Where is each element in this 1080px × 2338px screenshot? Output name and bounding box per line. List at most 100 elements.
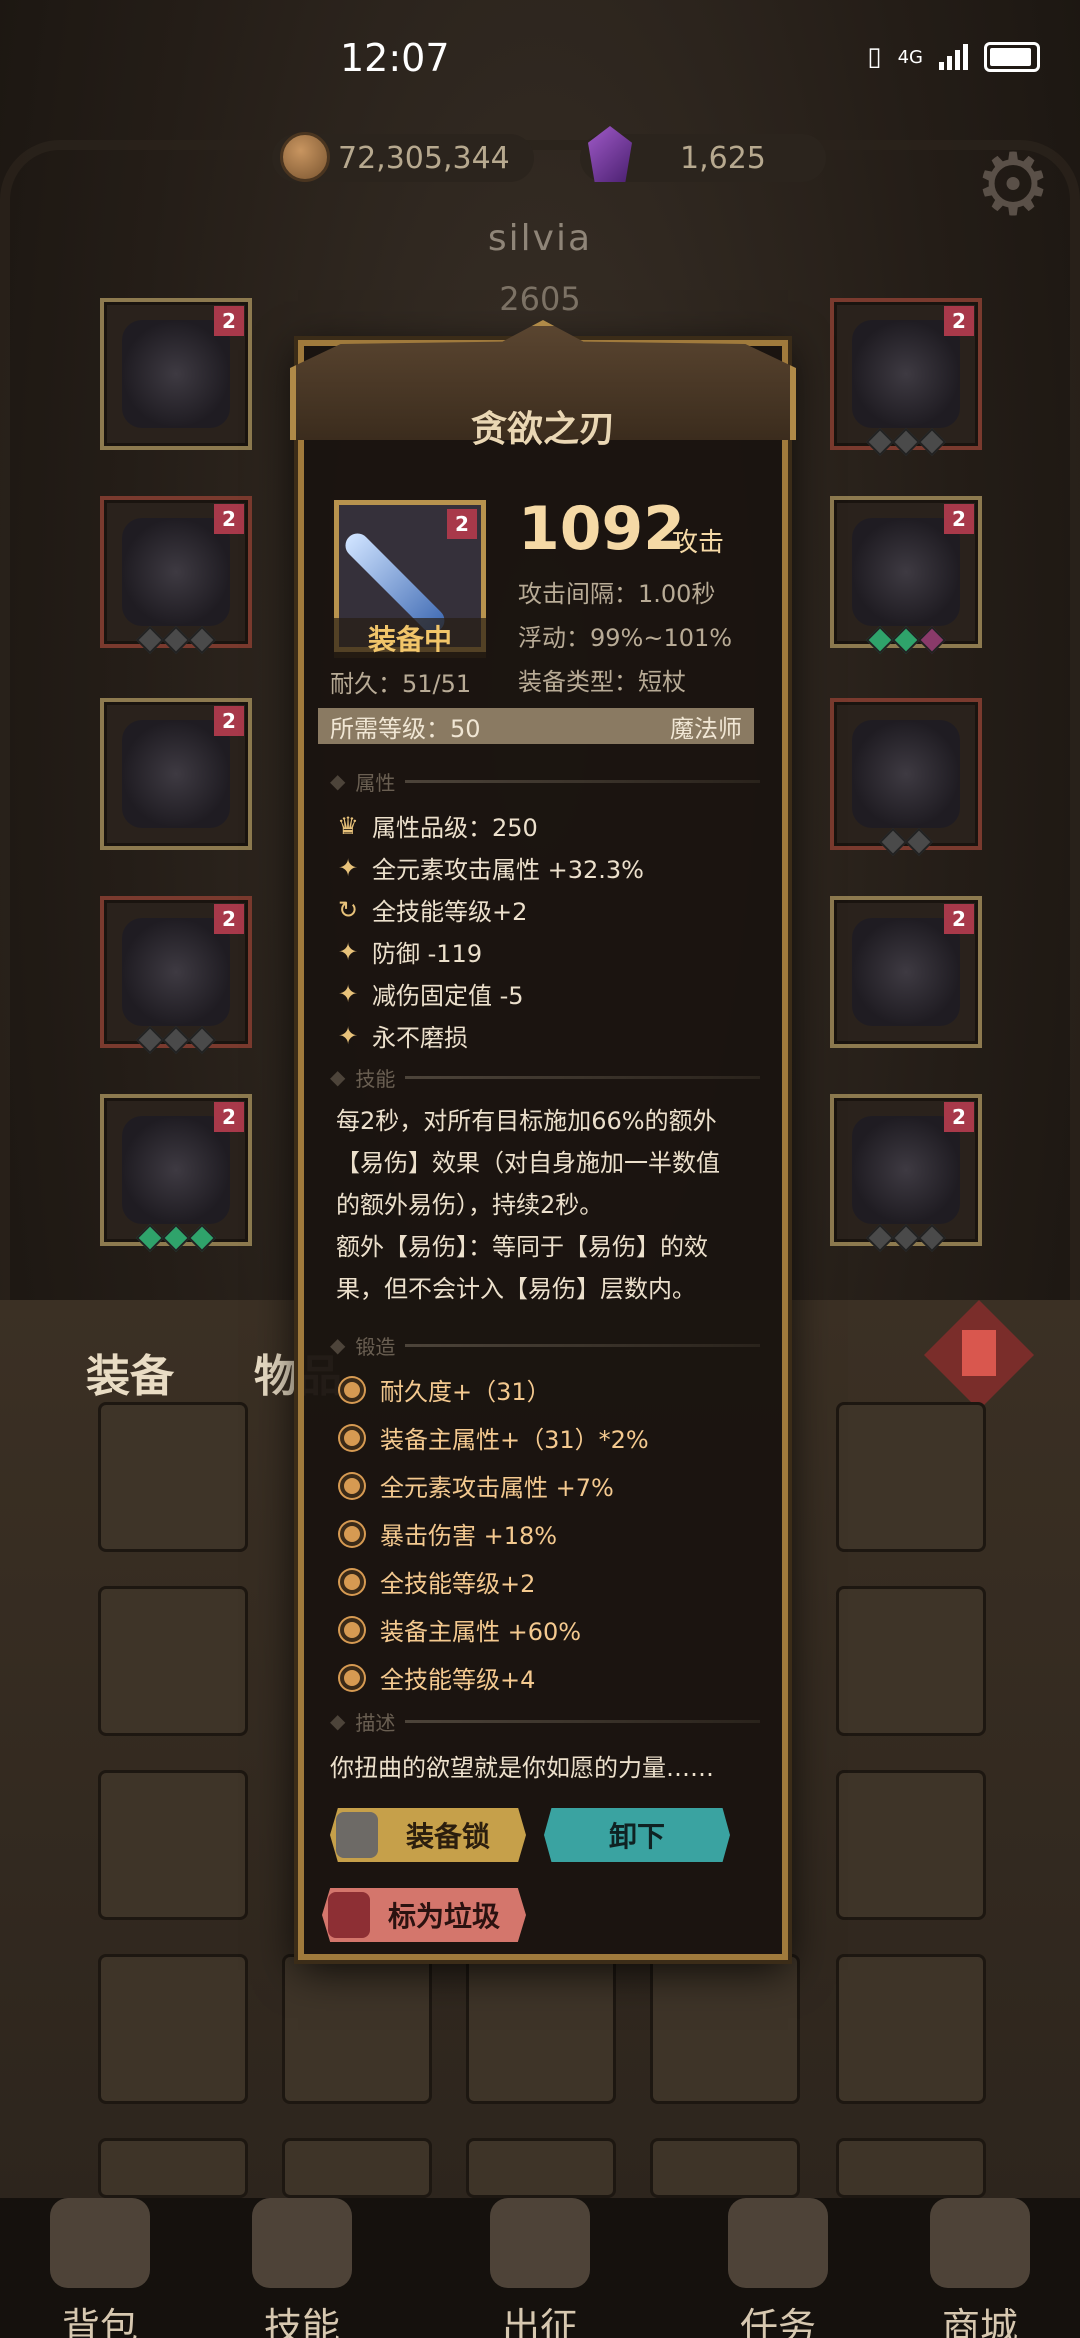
star-icon: ✦ — [337, 1021, 359, 1050]
equip-slot-gloves[interactable]: 2 — [100, 698, 252, 850]
forge-row: 全元素攻击属性 +7% — [340, 1468, 614, 1503]
pants-icon — [122, 918, 230, 1026]
network-label: 4G — [897, 46, 923, 68]
skill-line: 每2秒，对所有目标施加66%的额外 — [336, 1107, 717, 1135]
skill-line: 额外【易伤】：等同于【易伤】的效 — [336, 1233, 708, 1261]
equip-slot-weapon[interactable]: 2 — [830, 896, 982, 1048]
attribute-text: 全技能等级+2 — [372, 898, 528, 926]
equip-slot-ring[interactable] — [830, 698, 982, 857]
skill-line: 【易伤】效果（对自身施加一半数值 — [336, 1149, 720, 1177]
skill-description: 每2秒，对所有目标施加66%的额外 【易伤】效果（对自身施加一半数值 的额外易伤… — [336, 1100, 756, 1310]
tier-badge: 2 — [447, 509, 477, 539]
bag-cell[interactable] — [836, 1954, 986, 2104]
hat-icon — [122, 320, 230, 428]
tier-badge: 2 — [944, 904, 974, 934]
player-name: silvia — [487, 218, 593, 259]
nav-tasks[interactable]: 任务 — [688, 2198, 868, 2338]
equipped-label: 装备中 — [334, 618, 486, 658]
bag-cell[interactable] — [466, 2138, 616, 2198]
bag-cell[interactable] — [836, 1586, 986, 1736]
coin-icon — [280, 132, 330, 182]
bag-cell[interactable] — [282, 1954, 432, 2104]
section-title: 属性 — [355, 770, 396, 795]
tier-badge: 2 — [214, 504, 244, 534]
star-icon: ✦ — [337, 853, 359, 882]
nav-label: 背包 — [61, 2305, 138, 2338]
bag-cell[interactable] — [282, 2138, 432, 2198]
gloves-icon — [122, 720, 230, 828]
nav-backpack[interactable]: 背包 — [10, 2198, 190, 2338]
equip-slot-hat[interactable]: 2 — [100, 298, 252, 450]
forge-dot-icon — [340, 1617, 364, 1642]
bag-cell[interactable] — [98, 2138, 248, 2198]
status-bar: 12:07 ▯ 4G — [0, 0, 1080, 120]
star-icon: ✦ — [337, 937, 359, 966]
equip-slot-offhand[interactable]: 2 — [830, 1094, 982, 1253]
attribute-row: ✦ 防御 -119 — [336, 934, 482, 969]
status-time: 12:07 — [340, 36, 450, 80]
bag-cell[interactable] — [98, 1586, 248, 1736]
attack-interval: 攻击间隔：1.00秒 — [518, 580, 716, 608]
horn-icon — [728, 2198, 828, 2288]
equip-slot-pants[interactable]: 2 — [100, 896, 252, 1055]
section-title: 锻造 — [355, 1334, 396, 1359]
bag-cell[interactable] — [98, 1402, 248, 1552]
forge-text: 全技能等级+4 — [380, 1666, 536, 1694]
bag-cell[interactable] — [98, 1770, 248, 1920]
equip-slot-boots[interactable]: 2 — [100, 1094, 252, 1253]
socket-gems — [834, 1223, 978, 1253]
skill-line: 的额外易伤），持续2秒。 — [336, 1191, 604, 1219]
battery-icon — [984, 42, 1040, 72]
forge-dot-icon — [340, 1521, 364, 1546]
settings-gear-icon[interactable]: ⚙ — [968, 140, 1058, 230]
equip-slot-amulet[interactable]: 2 — [830, 298, 982, 457]
tab-equipment[interactable]: 装备 — [86, 1340, 174, 1404]
socket-gems — [834, 427, 978, 457]
nav-label: 技能 — [263, 2305, 340, 2338]
bag-cell[interactable] — [98, 1954, 248, 2104]
vibrate-icon: ▯ — [867, 42, 882, 72]
attribute-text: 永不磨损 — [372, 1024, 468, 1052]
gold-value: 72,305,344 — [338, 140, 510, 176]
tier-badge: 2 — [214, 1102, 244, 1132]
bag-cell[interactable] — [836, 1770, 986, 1920]
attribute-row: ✦ 全元素攻击属性 +32.3% — [336, 850, 644, 885]
unequip-button[interactable]: 卸下 — [544, 1808, 730, 1862]
ring-icon — [852, 720, 960, 828]
forge-dot-icon — [340, 1473, 364, 1498]
gem-pill: 1,625 — [580, 126, 826, 182]
forge-text: 装备主属性 +60% — [380, 1618, 582, 1646]
nav-shop[interactable]: 商城 — [890, 2198, 1070, 2338]
bag-cell[interactable] — [836, 2138, 986, 2198]
skill-book-icon — [252, 2198, 352, 2288]
bag-cell[interactable] — [466, 1954, 616, 2104]
equip-slot-armor[interactable]: 2 — [100, 496, 252, 655]
section-title: 描述 — [355, 1710, 396, 1735]
required-level: 所需等级：50 — [330, 714, 481, 743]
attack-value: 1092 — [518, 494, 685, 564]
attack-float: 浮动：99%~101% — [518, 624, 733, 652]
section-attributes: 属性 — [330, 766, 760, 796]
forge-text: 暴击伤害 +18% — [380, 1522, 558, 1550]
sword-map-icon — [490, 2198, 590, 2288]
gold-pill: 72,305,344 — [272, 132, 534, 182]
nav-skills[interactable]: 技能 — [212, 2198, 392, 2338]
nav-label: 商城 — [941, 2305, 1018, 2338]
gem-icon — [588, 126, 632, 182]
amulet-icon — [852, 320, 960, 428]
nav-expedition[interactable]: 出征 — [450, 2198, 630, 2338]
attribute-text: 减伤固定值 -5 — [372, 982, 524, 1010]
bracer-icon — [852, 518, 960, 626]
mark-as-junk-button[interactable]: 标为垃圾 — [322, 1888, 526, 1942]
signal-icon — [939, 44, 968, 70]
button-label: 装备锁 — [405, 1820, 490, 1853]
forge-dot-icon — [340, 1665, 364, 1690]
equip-lock-button[interactable]: 装备锁 — [330, 1808, 526, 1862]
bag-cell[interactable] — [650, 2138, 800, 2198]
bag-cell[interactable] — [836, 1402, 986, 1552]
cycle-icon: ↻ — [337, 895, 359, 924]
item-flavor-text: 你扭曲的欲望就是你如愿的力量…… — [330, 1754, 714, 1782]
forge-row: 耐久度+（31） — [340, 1372, 551, 1407]
equip-slot-bracer[interactable]: 2 — [830, 496, 982, 655]
bag-cell[interactable] — [650, 1954, 800, 2104]
